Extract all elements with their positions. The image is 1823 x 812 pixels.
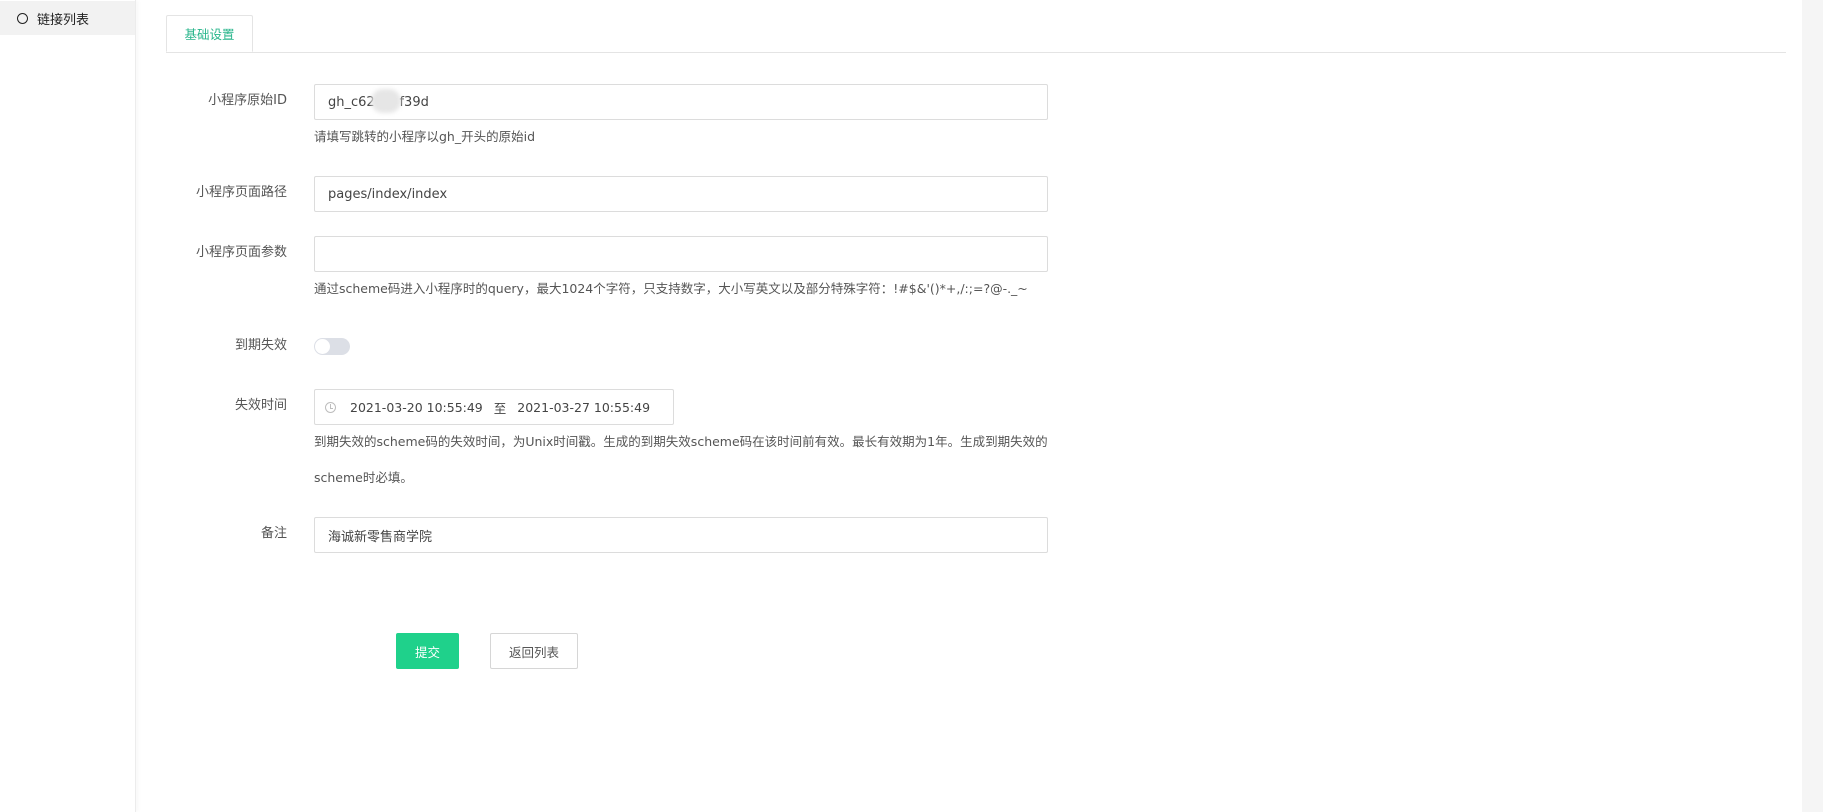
tab-basic-settings[interactable]: 基础设置 bbox=[166, 15, 253, 52]
remark-label: 备注 bbox=[260, 526, 287, 541]
tab-bar: 基础设置 bbox=[166, 15, 1786, 53]
path-label: 小程序页面路径 bbox=[195, 185, 287, 200]
expire-time-label: 失效时间 bbox=[234, 398, 287, 413]
circle-icon bbox=[17, 12, 28, 24]
query-input[interactable] bbox=[314, 236, 1048, 272]
back-to-list-button[interactable]: 返回列表 bbox=[490, 633, 578, 669]
expire-time-help-line1: 到期失效的scheme码的失效时间，为Unix时间戳。生成的到期失效scheme… bbox=[314, 434, 1048, 449]
date-range-picker[interactable]: 2021-03-20 10:55:49 至 2021-03-27 10:55:4… bbox=[314, 389, 674, 425]
toggle-knob bbox=[315, 339, 330, 354]
submit-button[interactable]: 提交 bbox=[396, 633, 459, 669]
range-separator: 至 bbox=[493, 400, 507, 416]
sidebar: 链接列表 bbox=[0, 0, 136, 812]
sidebar-item-label: 链接列表 bbox=[37, 12, 90, 28]
range-end: 2021-03-27 10:55:49 bbox=[517, 399, 651, 415]
appid-input[interactable] bbox=[314, 84, 1048, 120]
redaction-mask bbox=[371, 89, 401, 113]
query-label: 小程序页面参数 bbox=[195, 245, 287, 260]
expire-label: 到期失效 bbox=[234, 338, 287, 353]
sidebar-item-link-list[interactable]: 链接列表 bbox=[0, 1, 135, 35]
expire-time-help-line2: scheme时必填。 bbox=[314, 470, 413, 485]
scrollbar-track[interactable] bbox=[1802, 0, 1823, 812]
query-help: 通过scheme码进入小程序时的query，最大1024个字符，只支持数字，大小… bbox=[314, 281, 1028, 296]
remark-input[interactable] bbox=[314, 517, 1048, 553]
appid-help: 请填写跳转的小程序以gh_开头的原始id bbox=[314, 129, 536, 144]
path-input[interactable] bbox=[314, 176, 1048, 212]
expire-toggle[interactable] bbox=[314, 338, 350, 355]
appid-label: 小程序原始ID bbox=[208, 93, 287, 108]
clock-icon bbox=[325, 401, 336, 413]
range-start: 2021-03-20 10:55:49 bbox=[350, 399, 483, 415]
